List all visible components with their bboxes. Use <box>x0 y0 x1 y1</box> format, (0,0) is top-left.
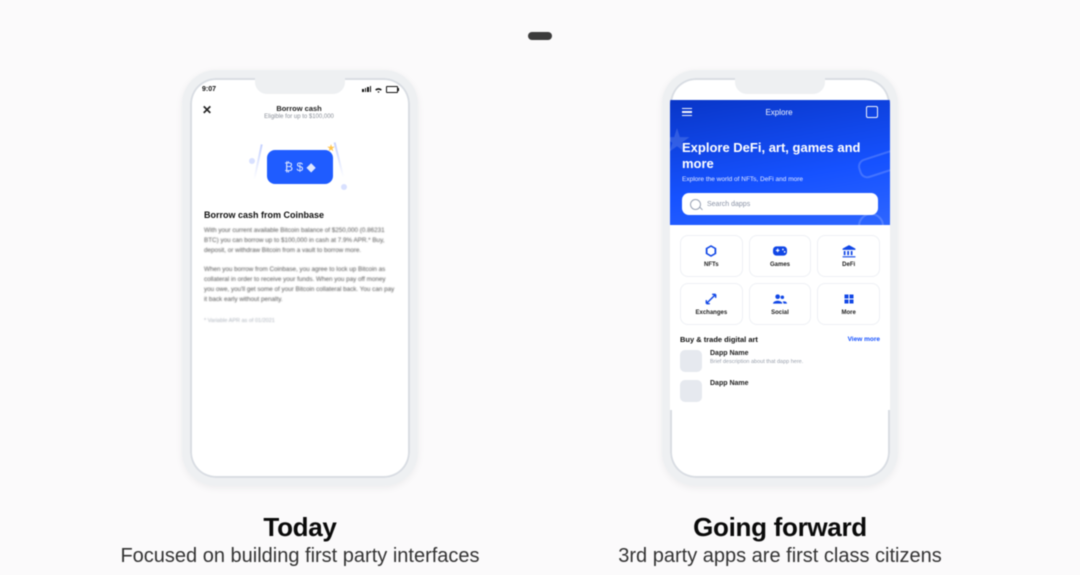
paragraph-1: With your current available Bitcoin bala… <box>204 226 396 255</box>
category-grid: NFTs Games DeFi <box>670 225 890 329</box>
status-time: 9:07 <box>202 86 216 93</box>
status-bar: 9:07 <box>670 82 890 96</box>
people-icon <box>773 292 787 306</box>
grid-icon <box>842 292 856 306</box>
dapp-title: Dapp Name <box>710 350 803 357</box>
category-label: More <box>841 310 855 316</box>
category-label: Exchanges <box>695 310 727 316</box>
explore-header: Explore Explore DeFi, art, games and mor… <box>670 100 890 225</box>
wifi-icon <box>854 86 863 93</box>
battery-icon <box>386 86 398 93</box>
paragraph-2: When you borrow from Coinbase, you agree… <box>204 265 396 304</box>
phone-forward: 9:07 Explore <box>662 70 898 486</box>
status-icons <box>842 86 878 93</box>
status-time: 9:07 <box>682 86 696 93</box>
category-games[interactable]: Games <box>749 235 812 277</box>
category-defi[interactable]: DeFi <box>817 235 880 277</box>
dapp-title: Dapp Name <box>710 380 749 387</box>
category-label: Social <box>771 310 789 316</box>
category-exchanges[interactable]: Exchanges <box>680 283 743 325</box>
nav-title: Borrow cash <box>200 104 398 113</box>
signal-icon <box>362 86 371 92</box>
nav-subtitle: Eligible for up to $100,000 <box>200 114 398 120</box>
column-today: 9:07 ✕ Borrow cash Eligible for up to $1… <box>100 70 500 568</box>
search-input[interactable]: Search dapps <box>682 193 878 215</box>
menu-icon[interactable] <box>682 108 692 117</box>
phone-today: 9:07 ✕ Borrow cash Eligible for up to $1… <box>182 70 418 486</box>
nft-icon <box>704 244 718 258</box>
section-title: Buy & trade digital art <box>680 335 758 344</box>
category-label: DeFi <box>842 262 855 268</box>
borrow-illustration: ₿ $ ◆ <box>235 138 365 196</box>
column-forward: 9:07 Explore <box>580 70 980 568</box>
explore-subtitle: Explore the world of NFTs, DeFi and more <box>682 176 878 183</box>
status-icons <box>362 86 398 93</box>
battery-icon <box>866 86 878 93</box>
phone-screen-today: ✕ Borrow cash Eligible for up to $100,00… <box>190 78 410 478</box>
nav-bar: ✕ Borrow cash Eligible for up to $100,00… <box>190 100 410 122</box>
phone-screen-forward: Explore Explore DeFi, art, games and mor… <box>670 78 890 478</box>
gamepad-icon <box>773 244 787 258</box>
dapp-thumbnail <box>680 380 702 402</box>
bank-icon <box>842 244 856 258</box>
footnote: * Variable APR as of 01/2021 <box>190 314 410 324</box>
list-item[interactable]: Dapp Name Brief description about that d… <box>680 350 880 372</box>
category-label: NFTs <box>704 262 719 268</box>
explore-title: Explore DeFi, art, games and more <box>682 140 862 171</box>
caption-title-forward: Going forward <box>618 512 941 543</box>
category-nfts[interactable]: NFTs <box>680 235 743 277</box>
dapp-thumbnail <box>680 350 702 372</box>
stray-mark <box>528 32 552 40</box>
caption-sub-today: Focused on building first party interfac… <box>120 545 479 568</box>
dapp-subtitle: Brief description about that dapp here. <box>710 359 803 365</box>
signal-icon <box>842 86 851 92</box>
caption-sub-forward: 3rd party apps are first class citizens <box>618 545 941 568</box>
category-social[interactable]: Social <box>749 283 812 325</box>
content-heading: Borrow cash from Coinbase <box>190 210 410 220</box>
category-more[interactable]: More <box>817 283 880 325</box>
dapp-list: Dapp Name Brief description about that d… <box>670 344 890 410</box>
gift-icon[interactable] <box>866 106 878 118</box>
nav-label: Explore <box>765 108 792 117</box>
wifi-icon <box>374 86 383 93</box>
status-bar: 9:07 <box>190 82 410 96</box>
caption-title-today: Today <box>120 512 479 543</box>
search-icon <box>690 199 701 210</box>
category-label: Games <box>770 262 790 268</box>
search-placeholder: Search dapps <box>707 201 750 208</box>
exchange-icon <box>704 292 718 306</box>
view-more-link[interactable]: View more <box>848 336 880 343</box>
content-body: With your current available Bitcoin bala… <box>190 220 410 314</box>
list-item[interactable]: Dapp Name <box>680 380 880 402</box>
